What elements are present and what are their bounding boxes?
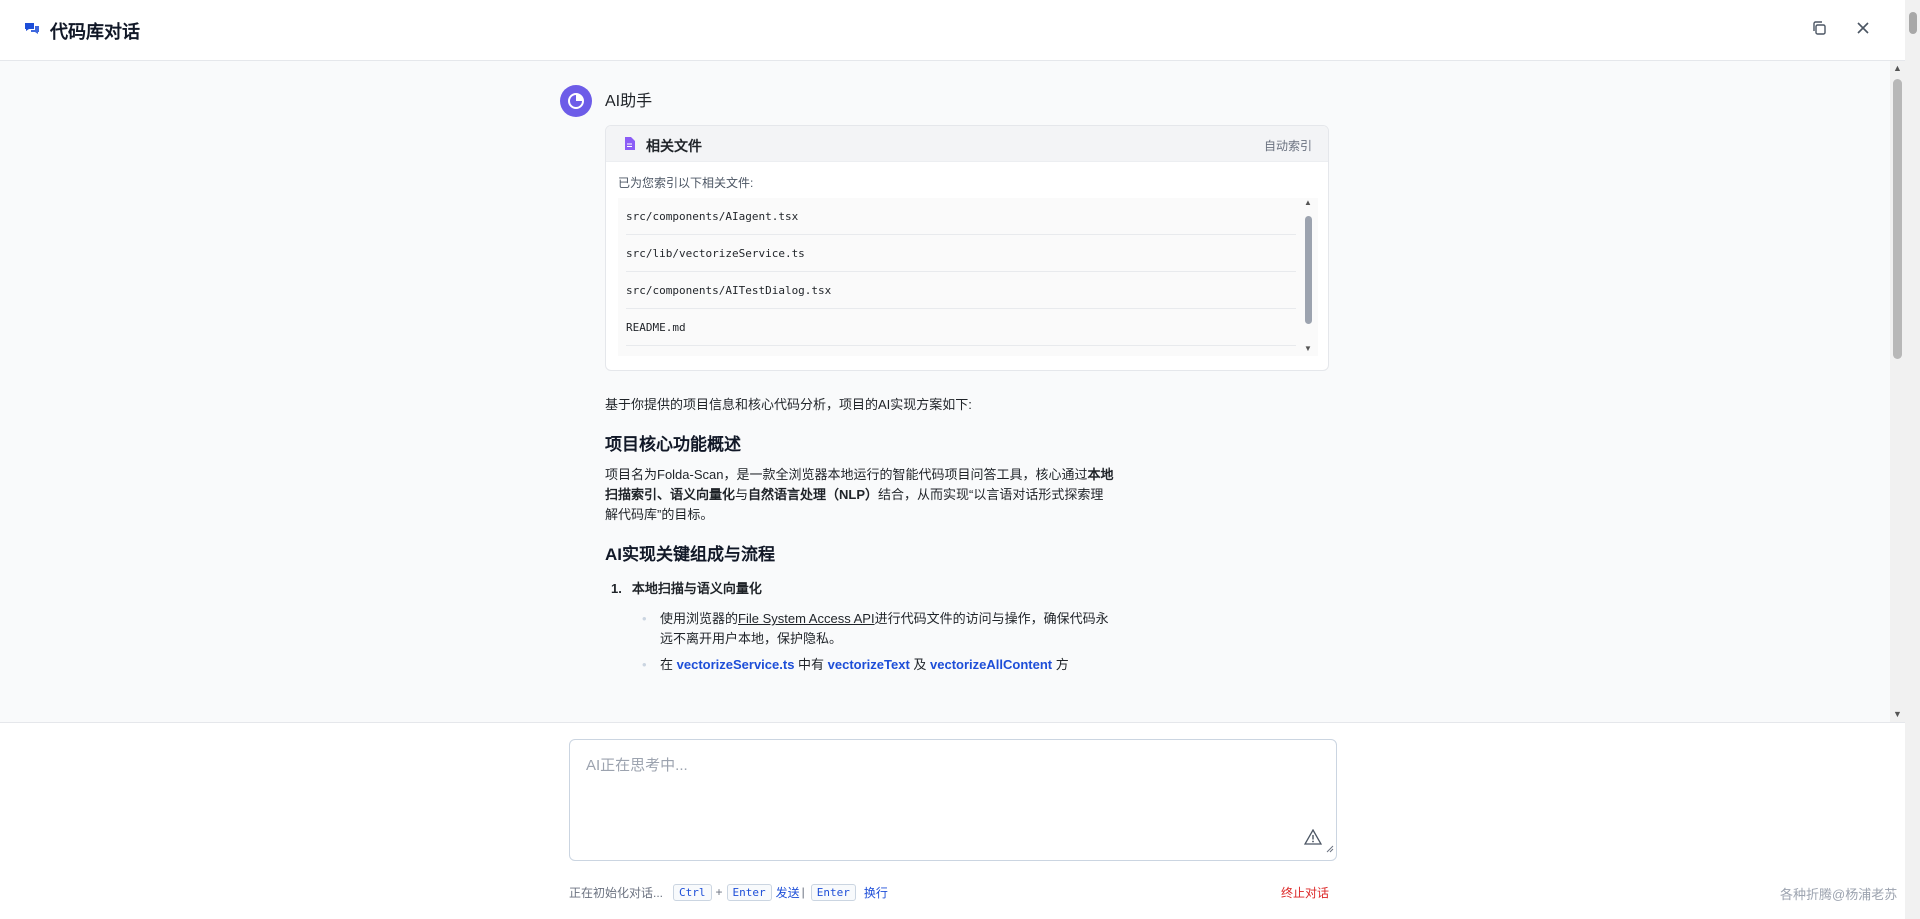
file-icon bbox=[624, 137, 635, 155]
send-hint: 发送 bbox=[775, 885, 800, 900]
files-scrollbar[interactable]: ▲ ▼ bbox=[1302, 198, 1314, 356]
text-span: 在 bbox=[660, 657, 677, 672]
list-item-title: 本地扫描与语义向量化 bbox=[631, 581, 762, 596]
close-button[interactable] bbox=[1851, 18, 1875, 42]
chat-scrollbar-thumb[interactable] bbox=[1893, 79, 1902, 359]
close-icon bbox=[1855, 20, 1871, 41]
dialog-header: 代码库对话 bbox=[0, 0, 1920, 61]
text-span: 使用浏览器的 bbox=[660, 611, 739, 626]
file-item[interactable]: src/components/AITestDialog.tsx bbox=[626, 272, 1296, 309]
message-content: 基于你提供的项目信息和核心代码分析，项目的AI实现方案如下: 项目核心功能概述 … bbox=[605, 395, 1115, 681]
window-scrollbar[interactable] bbox=[1905, 0, 1920, 919]
sender-name: AI助手 bbox=[605, 93, 653, 110]
section-paragraph: 项目名为Folda-Scan，是一款全浏览器本地运行的智能代码项目问答工具，核心… bbox=[605, 465, 1115, 525]
warning-icon[interactable] bbox=[1303, 828, 1323, 850]
file-item[interactable]: src/lib/vectorizeService.ts bbox=[626, 235, 1296, 272]
kbd-enter-2: Enter bbox=[810, 883, 856, 901]
auto-index-badge: 自动索引 bbox=[1263, 139, 1312, 153]
status-text: 正在初始化对话... bbox=[569, 885, 664, 900]
message-input-box[interactable] bbox=[569, 739, 1337, 861]
section-heading: 项目核心功能概述 bbox=[605, 435, 741, 454]
text-span: 与 bbox=[735, 487, 749, 502]
list-item: 1. 本地扫描与语义向量化 bbox=[611, 579, 1115, 599]
chat-area: AI助手 相关文件 自动索引 已为您索引以下相关文件: src/componen… bbox=[0, 61, 1905, 722]
bullet-item: 使用浏览器的File System Access API进行代码文件的访问与操作… bbox=[642, 609, 1115, 649]
bold-text: 自然语言处理（NLP） bbox=[748, 487, 879, 502]
dialog-title: 代码库对话 bbox=[50, 22, 140, 42]
chat-icon bbox=[24, 21, 40, 42]
newline-hint: 换行 bbox=[863, 885, 888, 900]
bullet-item: 在 vectorizeService.ts 中有 vectorizeText 及… bbox=[642, 655, 1115, 675]
watermark: 各种折腾@杨浦老苏 bbox=[1780, 887, 1898, 902]
bullet-list: 使用浏览器的File System Access API进行代码文件的访问与操作… bbox=[642, 609, 1115, 675]
chat-scrollbar[interactable]: ▲ ▼ bbox=[1890, 61, 1905, 722]
composer: 正在初始化对话... Ctrl + Enter 发送 | Enter 换行 终止… bbox=[0, 722, 1905, 919]
related-files-card: 相关文件 自动索引 已为您索引以下相关文件: src/components/AI… bbox=[605, 125, 1329, 371]
list-number: 1. bbox=[611, 581, 622, 596]
plus-sign: + bbox=[715, 885, 723, 899]
files-description: 已为您索引以下相关文件: bbox=[618, 176, 754, 190]
text-span: 中有 bbox=[794, 657, 828, 672]
scroll-down-icon[interactable]: ▼ bbox=[1304, 344, 1312, 353]
copy-icon bbox=[1811, 20, 1827, 41]
section-heading: AI实现关键组成与流程 bbox=[605, 545, 775, 564]
file-item[interactable]: README.md bbox=[626, 309, 1296, 346]
message-input[interactable] bbox=[570, 740, 1336, 860]
status-row: 正在初始化对话... Ctrl + Enter 发送 | Enter 换行 终止… bbox=[569, 881, 1329, 903]
files-scrollbar-thumb[interactable] bbox=[1305, 216, 1312, 324]
title-wrap: 代码库对话 bbox=[24, 18, 140, 44]
code-ref[interactable]: vectorizeAllContent bbox=[930, 657, 1052, 672]
text-span: 方 bbox=[1052, 657, 1069, 672]
separator: | bbox=[801, 885, 805, 899]
files-list: src/components/AIagent.tsx src/lib/vecto… bbox=[618, 198, 1318, 356]
scroll-down-icon[interactable]: ▼ bbox=[1893, 709, 1902, 719]
scroll-up-icon[interactable]: ▲ bbox=[1893, 63, 1902, 73]
resize-grip-icon[interactable] bbox=[1326, 840, 1334, 858]
window-scrollbar-thumb[interactable] bbox=[1909, 12, 1917, 34]
api-link[interactable]: File System Access API bbox=[738, 611, 875, 626]
code-ref[interactable]: vectorizeService.ts bbox=[677, 657, 795, 672]
kbd-enter: Enter bbox=[726, 883, 772, 901]
code-ref[interactable]: vectorizeText bbox=[828, 657, 910, 672]
text-span: 及 bbox=[909, 657, 931, 672]
text-span: 项目名为Folda-Scan，是一款全浏览器本地运行的智能代码项目问答工具，核心… bbox=[605, 467, 1088, 482]
files-card-title: 相关文件 bbox=[646, 138, 702, 154]
intro-text: 基于你提供的项目信息和核心代码分析，项目的AI实现方案如下: bbox=[605, 397, 972, 412]
ai-avatar-icon bbox=[560, 85, 592, 117]
files-card-header: 相关文件 自动索引 bbox=[606, 126, 1328, 162]
stop-button[interactable]: 终止对话 bbox=[1281, 884, 1329, 901]
kbd-ctrl: Ctrl bbox=[673, 883, 712, 901]
file-item[interactable]: src/components/AIagent.tsx bbox=[626, 198, 1296, 235]
copy-button[interactable] bbox=[1807, 18, 1831, 42]
scroll-up-icon[interactable]: ▲ bbox=[1304, 198, 1312, 207]
